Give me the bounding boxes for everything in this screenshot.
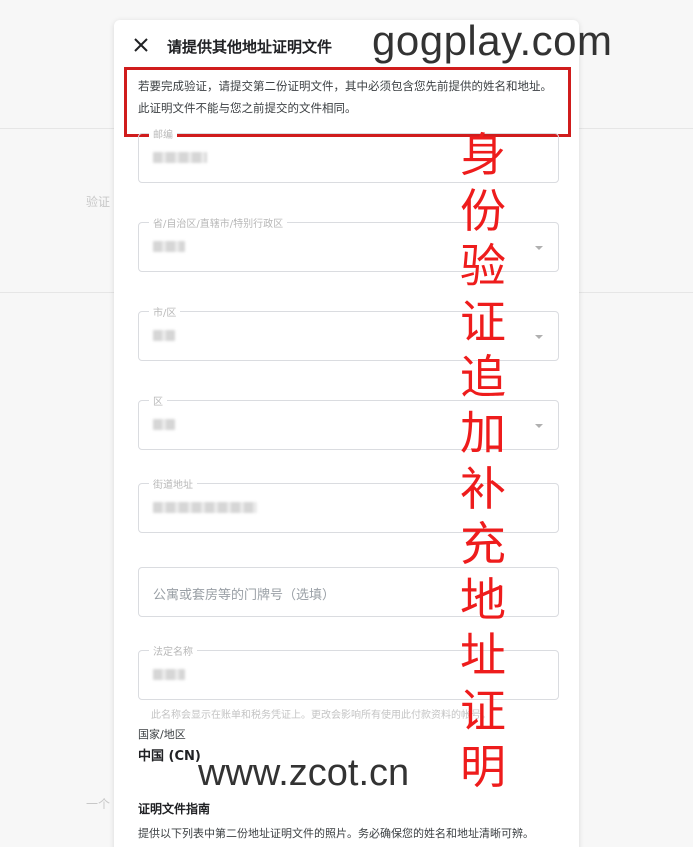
blurred-value xyxy=(153,502,257,513)
field-placeholder: 公寓或套房等的门牌号（选填） xyxy=(153,588,336,603)
watermark-bottom: www.zcot.cn xyxy=(198,752,410,794)
background-text: 验证 xyxy=(86,195,111,209)
chevron-down-icon xyxy=(535,424,543,428)
guide-title: 证明文件指南 xyxy=(138,802,211,816)
dialog-title: 请提供其他地址证明文件 xyxy=(167,38,333,56)
chevron-down-icon xyxy=(535,246,543,250)
blurred-value xyxy=(153,669,185,680)
verification-notice: 若要完成验证，请提交第二份证明文件，其中必须包含您先前提供的姓名和地址。此证明文… xyxy=(124,67,571,137)
field-label: 省/自治区/直辖市/特别行政区 xyxy=(149,215,288,230)
chevron-down-icon xyxy=(535,335,543,339)
blurred-value xyxy=(153,419,175,430)
guide-text: 提供以下列表中第二份地址证明文件的照片。务必确保您的姓名和地址清晰可辨。 xyxy=(138,827,534,840)
field-label: 邮编 xyxy=(149,126,177,141)
blurred-value xyxy=(153,241,185,252)
background-text: 一个 xyxy=(86,797,111,811)
vertical-caption: 身份验证追加补充地址证明 xyxy=(460,128,506,794)
field-label: 街道地址 xyxy=(149,476,197,491)
watermark-top: gogplay.com xyxy=(372,17,613,64)
country-value: 中国 (CN) xyxy=(138,749,201,764)
legal-name-help: 此名称会显示在账单和税务凭证上。更改会影响所有使用此付款资料的帐号。 xyxy=(151,710,491,721)
field-label: 市/区 xyxy=(149,304,181,319)
country-label: 国家/地区 xyxy=(138,728,186,741)
close-icon[interactable] xyxy=(130,34,152,56)
blurred-value xyxy=(153,152,207,163)
blurred-value xyxy=(153,330,175,341)
field-label: 法定名称 xyxy=(149,643,197,658)
field-label: 区 xyxy=(149,393,167,408)
